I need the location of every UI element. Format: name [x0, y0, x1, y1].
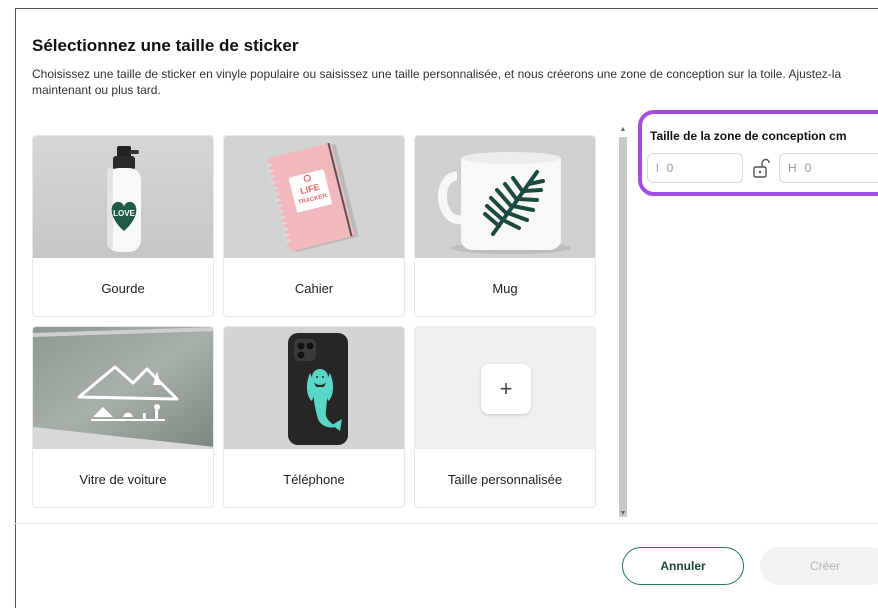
footer-divider [15, 523, 878, 524]
scroll-thumb[interactable] [619, 137, 627, 517]
height-input[interactable] [802, 160, 867, 176]
sticker-option-label: Taille personnalisée [447, 471, 563, 487]
width-field[interactable]: l [647, 153, 743, 183]
phone-case-photo [224, 327, 404, 449]
sticker-option-mug[interactable]: Mug [414, 135, 596, 317]
design-area-size-title: Taille de la zone de conception cm [650, 129, 847, 143]
dialog-title: Sélectionnez une taille de sticker [32, 36, 299, 55]
dialog-subtitle: Choisissez une taille de sticker en viny… [32, 67, 842, 97]
bottle-sticker-text: LOVE [113, 209, 135, 218]
sticker-option-label: Cahier [294, 280, 334, 296]
scroll-up-arrow-icon[interactable]: ▲ [618, 125, 628, 135]
mug-photo [415, 136, 595, 258]
create-button[interactable]: Créer [760, 547, 878, 585]
plus-icon: + [481, 364, 531, 414]
scroll-down-arrow-icon[interactable]: ▼ [618, 509, 628, 519]
custom-size-area: + [415, 327, 595, 449]
sticker-option-label: Téléphone [283, 471, 345, 487]
sticker-option-cahier[interactable]: LIFE TRACKER Cahier [223, 135, 405, 317]
notebook-photo: LIFE TRACKER [224, 136, 404, 258]
water-bottle-photo: LOVE [33, 136, 213, 258]
sticker-option-taille-personnalisee[interactable]: + Taille personnalisée [414, 326, 596, 508]
sticker-option-vitre-de-voiture[interactable]: Vitre de voiture [32, 326, 214, 508]
sticker-option-label: Vitre de voiture [79, 471, 167, 487]
width-prefix: l [656, 161, 659, 175]
sticker-option-label: Gourde [101, 280, 145, 296]
sticker-option-gourde[interactable]: LOVE Gourde [32, 135, 214, 317]
car-window-photo [33, 327, 213, 449]
sticker-option-label: Mug [492, 280, 518, 296]
sticker-option-telephone[interactable]: Téléphone [223, 326, 405, 508]
width-input[interactable] [664, 160, 729, 176]
height-field[interactable]: H [779, 153, 878, 183]
unlocked-padlock-icon[interactable] [752, 158, 770, 178]
options-scrollbar[interactable]: ▲ ▼ [618, 125, 628, 517]
height-prefix: H [788, 161, 797, 175]
cancel-button[interactable]: Annuler [622, 547, 744, 585]
